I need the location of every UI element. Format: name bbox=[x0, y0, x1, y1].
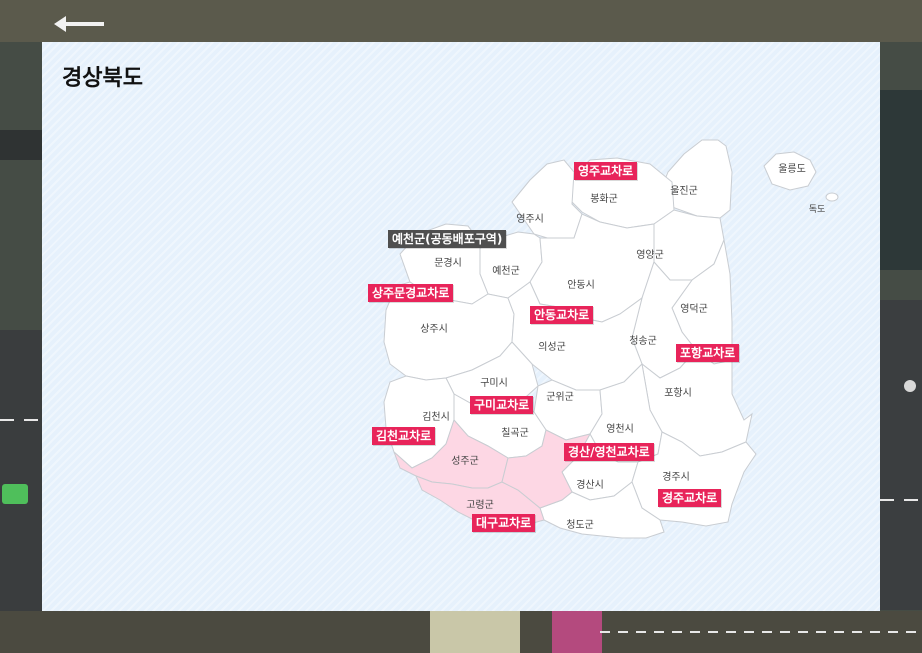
label-uiseong: 의성군 bbox=[538, 341, 566, 353]
label-cheongdo: 청도군 bbox=[566, 519, 594, 531]
label-ulleung: 울릉도 bbox=[778, 163, 806, 175]
label-pohang: 포항시 bbox=[664, 387, 692, 399]
label-gyeongju: 경주시 bbox=[662, 470, 690, 483]
label-yeongdeok: 영덕군 bbox=[680, 303, 708, 315]
label-yeongyang: 영양군 bbox=[636, 249, 664, 261]
label-gumi: 구미시 bbox=[480, 377, 508, 389]
tag-gyeongsan-yeongcheon-gyocharo[interactable]: 경산/영천교차로 bbox=[564, 443, 654, 461]
tag-gumi-gyocharo[interactable]: 구미교차로 bbox=[470, 396, 534, 414]
tag-sangju-mungyeong-gyocharo[interactable]: 상주문경교차로 bbox=[368, 284, 454, 302]
label-seongju: 성주군 bbox=[451, 455, 479, 467]
tag-yecheon-joint-area[interactable]: 예천군(공동배포구역) bbox=[388, 230, 507, 248]
label-dokdo: 독도 bbox=[809, 204, 826, 215]
label-andong: 안동시 bbox=[567, 279, 595, 291]
region-dokdo-island[interactable] bbox=[825, 192, 839, 202]
tag-yeongju-gyocharo[interactable]: 영주교차로 bbox=[574, 162, 638, 180]
region-yeongju[interactable] bbox=[511, 159, 583, 241]
tag-andong-gyocharo[interactable]: 안동교차로 bbox=[530, 306, 594, 324]
label-gunwi: 군위군 bbox=[546, 390, 574, 403]
label-yecheon: 예천군 bbox=[492, 265, 520, 277]
label-gyeongsan: 경산시 bbox=[576, 478, 604, 491]
gyeongbuk-map: 울진군 봉화군 영주시 영양군 예천군 문경시 안동시 영덕군 상주시 청송군 … bbox=[383, 139, 839, 539]
label-yeongju: 영주시 bbox=[516, 213, 544, 225]
label-gimcheon: 김천시 bbox=[422, 411, 450, 423]
tag-pohang-gyocharo[interactable]: 포항교차로 bbox=[676, 344, 740, 362]
label-goryeong: 고령군 bbox=[466, 499, 494, 511]
label-chilgok: 칠곡군 bbox=[501, 427, 529, 439]
label-uljin: 울진군 bbox=[670, 185, 698, 197]
map-panel: 경상북도 울진군 봉화군 영주시 영양군 예천군 문경시 안동시 영덕군 상주시… bbox=[42, 42, 880, 611]
arrow-left-icon[interactable] bbox=[50, 12, 108, 36]
label-cheongsong: 청송군 bbox=[629, 335, 657, 347]
label-yeongcheon: 영천시 bbox=[606, 423, 634, 435]
tag-gimcheon-gyocharo[interactable]: 김천교차로 bbox=[372, 427, 436, 445]
label-bonghwa: 봉화군 bbox=[590, 193, 618, 205]
tag-daegu-gyocharo[interactable]: 대구교차로 bbox=[472, 514, 536, 532]
label-sangju: 상주시 bbox=[420, 323, 448, 335]
tag-gyeongju-gyocharo[interactable]: 경주교차로 bbox=[658, 489, 722, 507]
label-mungyeong: 문경시 bbox=[434, 256, 462, 269]
